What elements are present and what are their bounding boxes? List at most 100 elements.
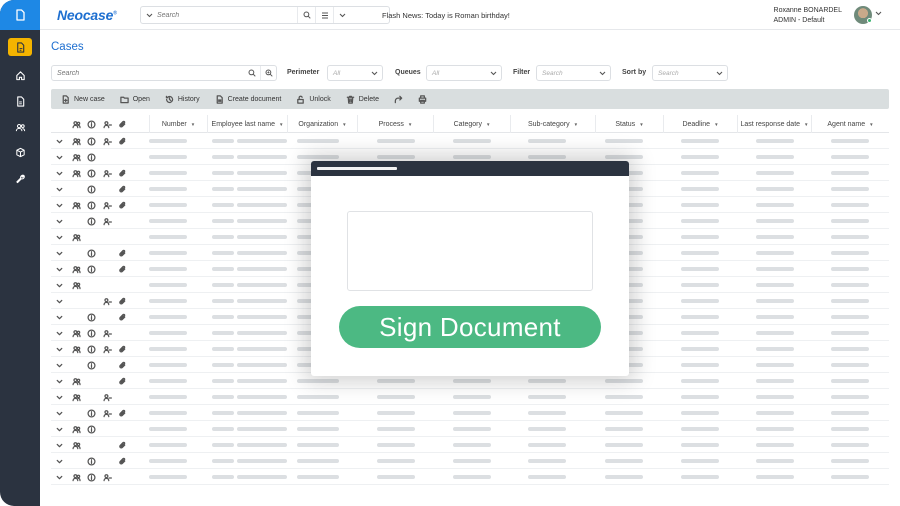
cell-placeholder [831, 171, 869, 175]
user-info[interactable]: Roxanne BONARDEL ADMIN - Default [774, 6, 842, 26]
search-icon[interactable] [297, 7, 315, 23]
table-row[interactable] [51, 453, 889, 469]
expand-chevron-icon[interactable] [53, 455, 65, 467]
user-menu-chevron-icon[interactable] [875, 11, 882, 16]
column-header[interactable]: Category ▼ [433, 115, 510, 133]
sort-icon[interactable]: ▼ [486, 122, 490, 127]
expand-chevron-icon[interactable] [53, 247, 65, 259]
expand-chevron-icon[interactable] [53, 423, 65, 435]
expand-chevron-icon[interactable] [53, 231, 65, 243]
column-header[interactable]: Employee last name ▼ [207, 115, 287, 133]
column-header[interactable]: Status ▼ [595, 115, 663, 133]
column-header[interactable]: Sub-category ▼ [510, 115, 595, 133]
sort-icon[interactable]: ▼ [408, 122, 412, 127]
table-row[interactable] [51, 469, 889, 485]
sign-document-button[interactable]: Sign Document [339, 306, 601, 348]
cell-placeholder [681, 235, 719, 239]
sort-icon[interactable]: ▼ [804, 122, 808, 127]
sidebar-item-tools[interactable] [8, 169, 32, 187]
cell-placeholder [377, 411, 415, 415]
perimeter-select[interactable]: All [327, 65, 383, 81]
expand-chevron-icon[interactable] [53, 471, 65, 483]
sort-icon[interactable]: ▼ [191, 122, 195, 127]
case-search-input[interactable] [52, 69, 244, 77]
cell-placeholder [297, 411, 339, 415]
cell-placeholder [453, 395, 491, 399]
expand-chevron-icon[interactable] [53, 327, 65, 339]
column-header[interactable]: Number ▼ [149, 115, 207, 133]
table-row[interactable] [51, 437, 889, 453]
cell-placeholder [377, 155, 415, 159]
app-logo-tile[interactable] [0, 0, 40, 30]
sort-icon[interactable]: ▼ [869, 122, 873, 127]
cell-placeholder [528, 459, 566, 463]
expand-chevron-icon[interactable] [53, 311, 65, 323]
brand-logo[interactable]: Neocase® [57, 7, 117, 23]
search-options-chevron-icon[interactable] [333, 7, 351, 23]
expand-chevron-icon[interactable] [53, 167, 65, 179]
cell-placeholder [756, 299, 794, 303]
sidebar-item-cases[interactable] [8, 38, 32, 56]
table-row[interactable] [51, 389, 889, 405]
flash-news: Flash News: Today is Roman birthday! [382, 11, 510, 20]
info-icon [85, 471, 97, 483]
cell-placeholder [831, 203, 869, 207]
expand-chevron-icon[interactable] [53, 359, 65, 371]
expand-chevron-icon[interactable] [53, 439, 65, 451]
open-button[interactable]: Open [120, 95, 150, 104]
create-document-button[interactable]: Create document [215, 94, 281, 104]
queues-select[interactable]: All [426, 65, 502, 81]
cell-placeholder [212, 219, 234, 223]
column-header[interactable]: Agent name ▼ [811, 115, 889, 133]
info-icon [85, 183, 97, 195]
cell-placeholder [681, 283, 719, 287]
expand-chevron-icon[interactable] [53, 135, 65, 147]
sort-icon[interactable]: ▼ [279, 122, 283, 127]
signature-pad[interactable] [347, 211, 593, 291]
delete-button[interactable]: Delete [346, 95, 379, 104]
table-row[interactable] [51, 133, 889, 149]
sidebar-item-home[interactable] [8, 66, 32, 84]
table-row[interactable] [51, 405, 889, 421]
expand-chevron-icon[interactable] [53, 407, 65, 419]
advanced-search-icon[interactable] [260, 66, 276, 80]
forward-button[interactable] [394, 95, 403, 104]
new-case-button[interactable]: New case [61, 94, 105, 104]
expand-chevron-icon[interactable] [53, 279, 65, 291]
sortby-select[interactable]: Search [652, 65, 728, 81]
sidebar-item-documents[interactable] [8, 92, 32, 110]
search-scope-chevron-icon[interactable] [141, 13, 157, 18]
sort-icon[interactable]: ▼ [714, 122, 718, 127]
users-icon [70, 135, 82, 147]
search-icon[interactable] [244, 66, 260, 80]
expand-chevron-icon[interactable] [53, 199, 65, 211]
filter-select[interactable]: Search [536, 65, 611, 81]
cell-placeholder [149, 171, 187, 175]
print-button[interactable] [418, 94, 427, 104]
sort-icon[interactable]: ▼ [342, 122, 346, 127]
expand-chevron-icon[interactable] [53, 391, 65, 403]
table-row[interactable] [51, 421, 889, 437]
cell-placeholder [237, 219, 287, 223]
sort-icon[interactable]: ▼ [639, 122, 643, 127]
expand-chevron-icon[interactable] [53, 263, 65, 275]
global-search-input[interactable] [157, 11, 297, 19]
column-header[interactable]: Last response date ▼ [737, 115, 811, 133]
expand-chevron-icon[interactable] [53, 151, 65, 163]
sort-icon[interactable]: ▼ [574, 122, 578, 127]
expand-chevron-icon[interactable] [53, 183, 65, 195]
expand-chevron-icon[interactable] [53, 215, 65, 227]
info-icon [85, 215, 97, 227]
column-header[interactable]: Process ▼ [357, 115, 433, 133]
column-header[interactable]: Deadline ▼ [663, 115, 737, 133]
list-icon[interactable] [315, 7, 333, 23]
history-button[interactable]: History [165, 95, 200, 104]
expand-chevron-icon[interactable] [53, 375, 65, 387]
sidebar-item-users[interactable] [8, 118, 32, 136]
sidebar-item-packages[interactable] [8, 143, 32, 161]
column-header[interactable]: Organization ▼ [287, 115, 357, 133]
expand-chevron-icon[interactable] [53, 343, 65, 355]
unlock-button[interactable]: Unlock [296, 95, 331, 104]
cell-placeholder [831, 187, 869, 191]
expand-chevron-icon[interactable] [53, 295, 65, 307]
